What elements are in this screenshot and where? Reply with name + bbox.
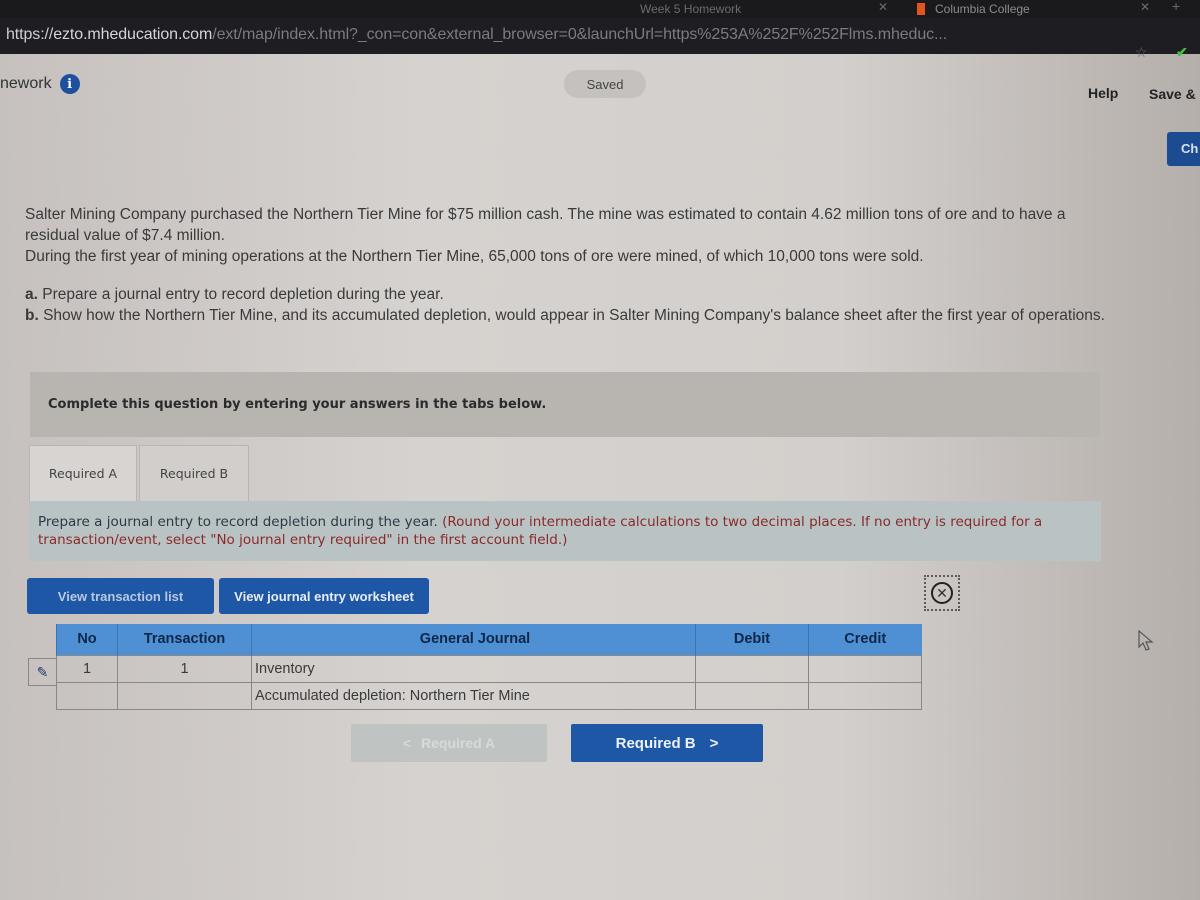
help-link[interactable]: Help [1088,85,1118,101]
cell-no: 1 [56,654,118,683]
tab-required-b[interactable]: Required B [139,445,249,501]
cell-transaction: 1 [117,654,252,683]
url-scheme: https:// [6,26,54,43]
table-header-row: No Transaction General Journal Debit Cre… [56,624,922,655]
browser-tab-homework[interactable]: Week 5 Homework [640,0,900,18]
part-label: b. [25,307,39,324]
edit-pencil-icon[interactable]: ✎ [28,658,56,686]
close-window-icon[interactable]: ✕ [1140,0,1150,14]
instruction-banner: Complete this question by entering your … [30,372,1100,437]
cell-transaction [117,681,252,710]
view-transaction-list-button[interactable]: View transaction list [27,578,214,614]
view-journal-entry-worksheet-button[interactable]: View journal entry worksheet [219,578,429,614]
part-text: Prepare a journal entry to record deplet… [37,286,444,303]
prev-label: Required A [421,735,496,751]
question-part-a: a. Prepare a journal entry to record dep… [25,284,1115,305]
question-part-b: b. Show how the Northern Tier Mine, and … [25,305,1115,326]
cell-no [56,681,118,710]
url-host: ezto.mheducation.com [53,26,213,43]
bookmark-star-icon[interactable]: ☆ [1135,44,1148,61]
header-no: No [56,624,118,655]
chevron-left-icon: < [402,735,412,751]
clear-entry-button[interactable]: ✕ [924,575,960,611]
cell-account: Accumulated depletion: Northern Tier Min… [251,681,696,710]
header-transaction: Transaction [117,624,252,655]
extension-check-icon[interactable]: ✔ [1176,44,1192,60]
close-tab-icon[interactable]: ✕ [878,0,888,14]
instruction-text: Prepare a journal entry to record deplet… [38,514,443,530]
check-my-work-button[interactable]: Ch [1167,132,1200,166]
next-label: Required B [615,734,696,752]
new-tab-icon[interactable]: + [1172,0,1180,14]
header-credit: Credit [808,624,922,655]
question-paragraph-1: Salter Mining Company purchased the Nort… [25,206,1066,244]
tab-title: Week 5 Homework [640,2,742,16]
header-general-journal: General Journal [251,624,696,655]
part-label: a. [25,286,38,303]
part-text: Show how the Northern Tier Mine, and its… [38,307,1105,324]
chevron-right-icon: > [709,734,719,752]
address-bar[interactable]: https://ezto.mheducation.com/ext/map/ind… [0,18,1200,60]
table-row: Accumulated depletion: Northern Tier Min… [56,681,922,710]
table-row: 1 1 Inventory [56,654,922,683]
panel-instruction: Prepare a journal entry to record deplet… [29,501,1101,561]
saved-status-badge: Saved [564,70,646,98]
assignment-title: nework i [0,74,80,94]
assignment-title-text: nework [0,75,52,92]
close-circle-icon: ✕ [931,582,953,604]
header-debit: Debit [695,624,809,655]
url-path: /ext/map/index.html?_con=con&external_br… [212,26,948,43]
cell-debit [695,681,809,710]
next-required-b-button[interactable]: Required B > [571,724,763,762]
question-paragraph-2: During the first year of mining operatio… [25,248,924,265]
favicon-icon [917,3,925,15]
cell-credit [808,681,922,710]
previous-required-a-button: < Required A [351,724,547,762]
tab-required-a[interactable]: Required A [29,445,137,501]
question-parts: a. Prepare a journal entry to record dep… [25,284,1115,326]
cell-debit [695,654,809,683]
url-field[interactable]: https://ezto.mheducation.com/ext/map/ind… [6,26,947,44]
cell-account: Inventory [251,654,696,683]
required-tabs: Required A Required B [29,445,249,501]
mouse-cursor-icon [1138,630,1154,651]
general-journal-table: No Transaction General Journal Debit Cre… [56,624,922,710]
save-exit-link[interactable]: Save & [1149,86,1196,102]
cell-credit [808,654,922,683]
tab-title: Columbia College [935,2,1030,16]
browser-tab-bar: Week 5 Homework ✕ Columbia College ✕ + [0,0,1200,18]
question-text: Salter Mining Company purchased the Nort… [25,204,1115,267]
browser-tab-columbia-college[interactable]: Columbia College [905,0,1095,18]
info-icon[interactable]: i [59,74,80,94]
